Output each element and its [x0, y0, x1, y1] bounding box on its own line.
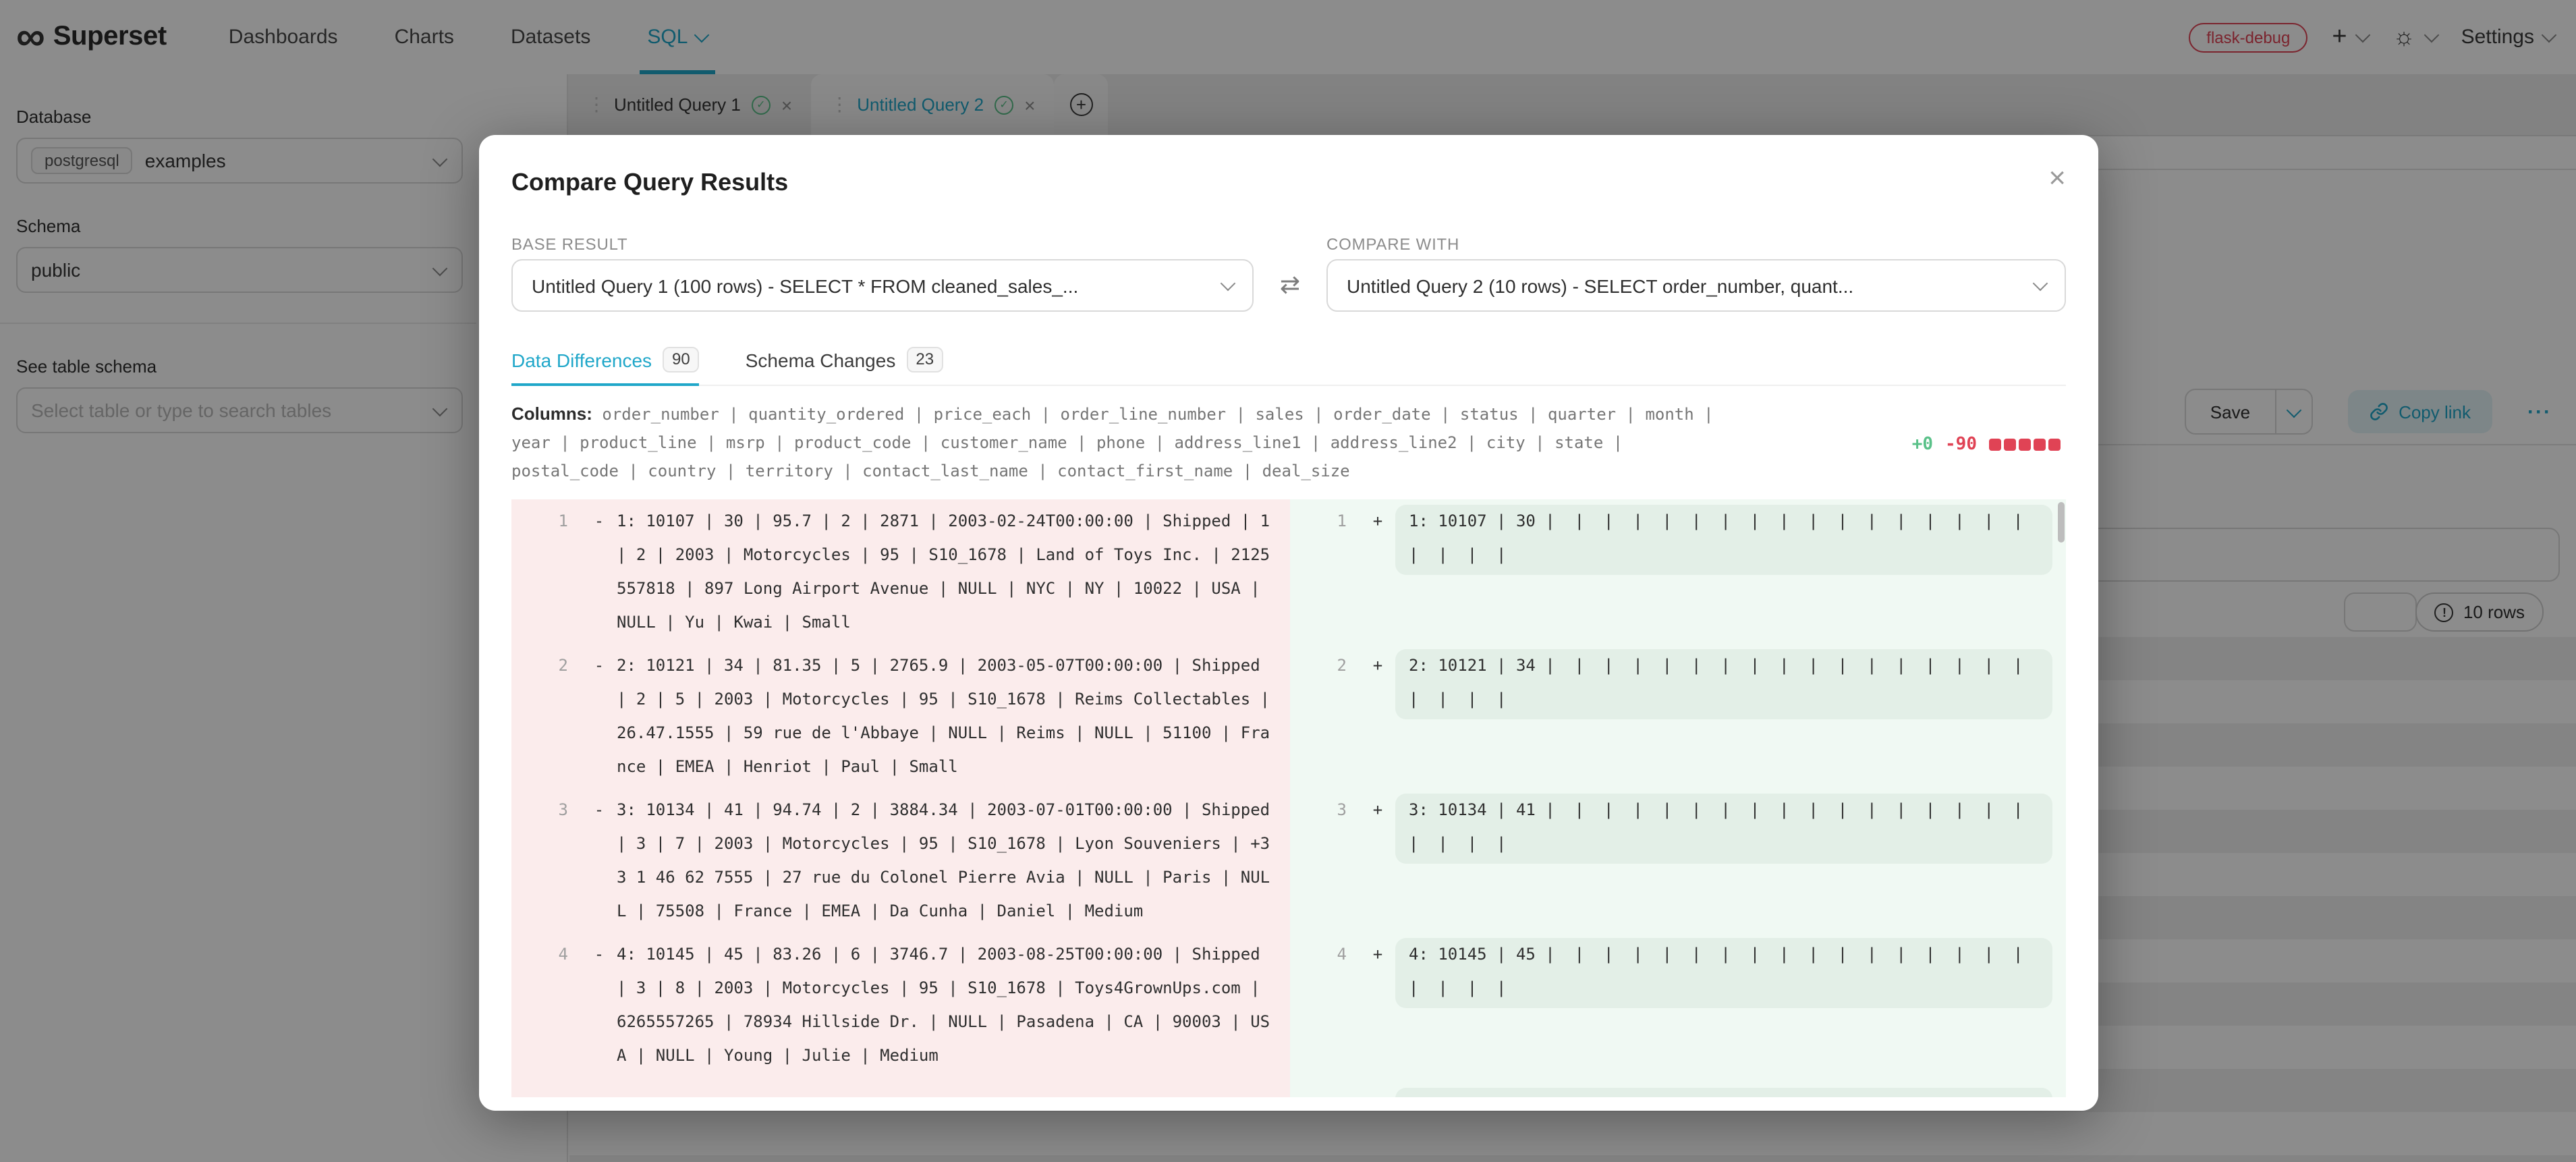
line-number: 1 [511, 505, 582, 644]
diff-sign: - [582, 938, 617, 1077]
diff-sign: + [1360, 505, 1395, 644]
close-icon[interactable]: × [2048, 165, 2066, 192]
added-highlight: 3: 10134 | 41 | | | | | | | | | | | | | … [1395, 794, 2052, 864]
diff-block-icon [2048, 439, 2061, 451]
diff-row-added: 1+1: 10107 | 30 | | | | | | | | | | | | … [1290, 499, 2066, 644]
base-result-label: BASE RESULT [511, 235, 1254, 254]
columns-header: Columns: order_number | quantity_ordered… [511, 386, 2066, 499]
diff-sign: - [582, 794, 617, 933]
added-highlight: 4: 10145 | 45 | | | | | | | | | | | | | … [1395, 938, 2052, 1008]
compare-selects-row: BASE RESULT Untitled Query 1 (100 rows) … [479, 200, 2098, 312]
removed-count: -90 [1945, 435, 1977, 455]
compare-with-select[interactable]: Untitled Query 2 (10 rows) - SELECT orde… [1326, 259, 2066, 312]
added-highlight: 2: 10121 | 34 | | | | | | | | | | | | | … [1395, 649, 2052, 719]
app-root: ∞ Superset DashboardsChartsDatasetsSQL f… [0, 0, 2576, 1162]
diff-right-pane: 1+1: 10107 | 30 | | | | | | | | | | | | … [1290, 499, 2066, 1097]
diff-viewer: 1-1: 10107 | 30 | 95.7 | 2 | 2871 | 2003… [511, 499, 2066, 1097]
line-number: 3 [511, 794, 582, 933]
diff-block-icon [2019, 439, 2031, 451]
diff-row-text: 4: 10145 | 45 | 83.26 | 6 | 3746.7 | 200… [617, 938, 1290, 1073]
diff-row-text: 4: 10145 | 45 | | | | | | | | | | | | | … [1409, 938, 2039, 1005]
diff-row-removed: 2-2: 10121 | 34 | 81.35 | 5 | 2765.9 | 2… [511, 644, 1290, 788]
line-number: 4 [511, 938, 582, 1077]
tab-count-badge: 90 [663, 347, 700, 372]
tab-count-badge: 23 [906, 347, 943, 372]
diff-sign: + [1360, 938, 1395, 1077]
tab-schema-changes[interactable]: Schema Changes 23 [746, 347, 943, 385]
base-result-select[interactable]: Untitled Query 1 (100 rows) - SELECT * F… [511, 259, 1254, 312]
columns-label: Columns: [511, 404, 592, 424]
added-highlight-partial [1395, 1088, 2052, 1097]
diff-sign: + [1360, 649, 1395, 788]
diff-row-text: 2: 10121 | 34 | 81.35 | 5 | 2765.9 | 200… [617, 649, 1290, 784]
compare-query-results-modal: Compare Query Results × BASE RESULT Unti… [479, 135, 2098, 1111]
diff-row-added: 2+2: 10121 | 34 | | | | | | | | | | | | … [1290, 644, 2066, 788]
chevron-down-icon [1221, 276, 1236, 292]
diff-row-added: 4+4: 10145 | 45 | | | | | | | | | | | | … [1290, 933, 2066, 1077]
compare-with-label: COMPARE WITH [1326, 235, 2066, 254]
diff-sign: - [582, 505, 617, 644]
chevron-down-icon [2033, 276, 2048, 292]
added-count: +0 [1912, 435, 1933, 455]
diff-scrollbar[interactable] [2058, 502, 2065, 543]
diff-block-icon [2004, 439, 2016, 451]
diff-row-removed: 1-1: 10107 | 30 | 95.7 | 2 | 2871 | 2003… [511, 499, 1290, 644]
diff-row-removed: 4-4: 10145 | 45 | 83.26 | 6 | 3746.7 | 2… [511, 933, 1290, 1077]
diff-row-text: 3: 10134 | 41 | 94.74 | 2 | 3884.34 | 20… [617, 794, 1290, 929]
modal-tabs: Data Differences 90 Schema Changes 23 [511, 347, 2066, 386]
tab-data-differences[interactable]: Data Differences 90 [511, 347, 700, 385]
line-number: 4 [1290, 938, 1360, 1077]
diff-row-text: 2: 10121 | 34 | | | | | | | | | | | | | … [1409, 649, 2039, 717]
columns-names: order_number | quantity_ordered | price_… [511, 405, 1723, 480]
swap-arrows-icon: ⇄ [1280, 271, 1300, 300]
line-number: 3 [1290, 794, 1360, 933]
diff-row-text: 1: 10107 | 30 | | | | | | | | | | | | | … [1409, 505, 2039, 572]
diff-row-removed: 3-3: 10134 | 41 | 94.74 | 2 | 3884.34 | … [511, 788, 1290, 933]
diff-row-added: 3+3: 10134 | 41 | | | | | | | | | | | | … [1290, 788, 2066, 933]
line-number: 2 [511, 649, 582, 788]
diff-block-icon [2034, 439, 2046, 451]
added-highlight: 1: 10107 | 30 | | | | | | | | | | | | | … [1395, 505, 2052, 575]
diff-left-pane: 1-1: 10107 | 30 | 95.7 | 2 | 2871 | 2003… [511, 499, 1290, 1097]
swap-queries-button[interactable]: ⇄ [1254, 259, 1326, 312]
diff-stats: +0 -90 [1912, 435, 2061, 455]
diff-stat-blocks [1989, 439, 2061, 451]
diff-row-text: 1: 10107 | 30 | 95.7 | 2 | 2871 | 2003-0… [617, 505, 1290, 640]
tab-label: Schema Changes [746, 349, 896, 370]
modal-header: Compare Query Results × [479, 135, 2098, 200]
columns-list: Columns: order_number | quantity_ordered… [511, 399, 1726, 486]
line-number: 1 [1290, 505, 1360, 644]
line-number: 2 [1290, 649, 1360, 788]
base-result-value: Untitled Query 1 (100 rows) - SELECT * F… [532, 275, 1078, 296]
diff-block-icon [1989, 439, 2001, 451]
diff-sign: - [582, 649, 617, 788]
modal-title: Compare Query Results [511, 165, 788, 200]
diff-sign: + [1360, 794, 1395, 933]
tab-label: Data Differences [511, 349, 652, 370]
compare-with-value: Untitled Query 2 (10 rows) - SELECT orde… [1347, 275, 1853, 296]
diff-row-text: 3: 10134 | 41 | | | | | | | | | | | | | … [1409, 794, 2039, 861]
